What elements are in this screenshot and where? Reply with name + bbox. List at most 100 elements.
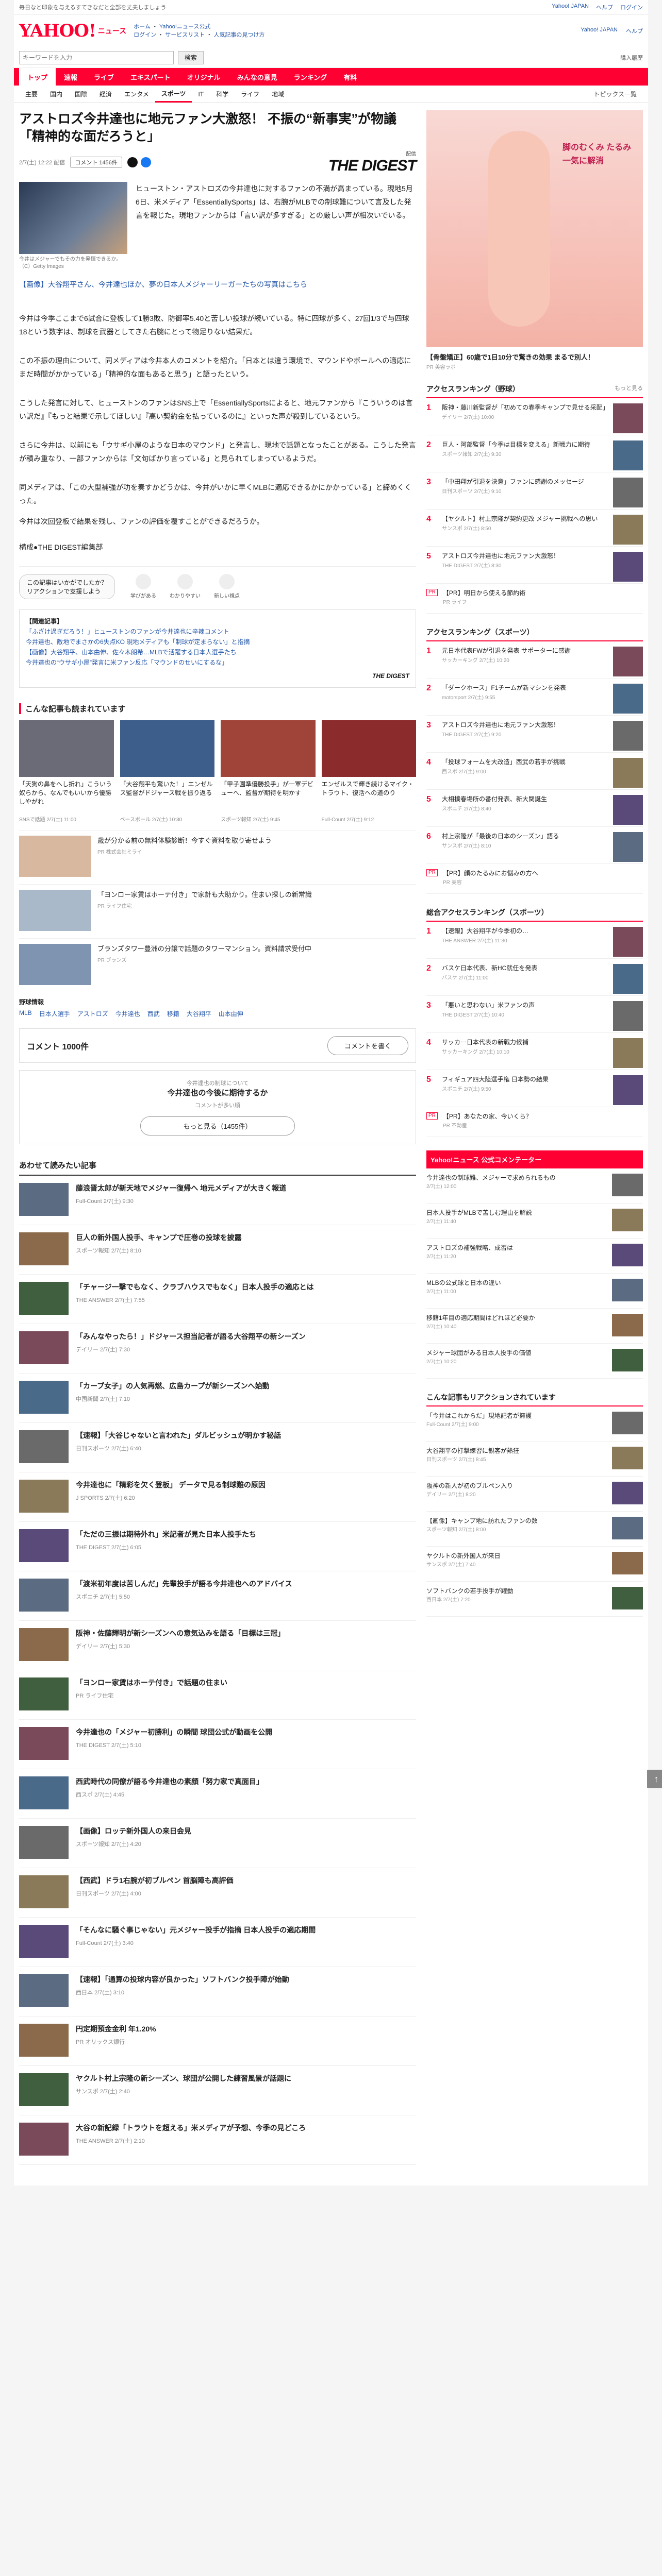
- ranking-item[interactable]: 6 村上宗隆が「最後の日本のシーズン」語る サンスポ 2/7(土) 8:10: [426, 827, 643, 864]
- ranking-more-link[interactable]: もっと見る: [615, 384, 643, 394]
- also-read-item[interactable]: 【速報】「大谷じゃないと言われた」ダルビッシュが明かす秘話 日刊スポーツ 2/7(…: [19, 1423, 416, 1472]
- reaction-learn[interactable]: 学びがある: [130, 574, 156, 599]
- reacted-item[interactable]: 【画像】キャンプ地に訪れたファンの数 スポーツ報知 2/7(土) 8:00: [426, 1512, 643, 1547]
- ranking-item[interactable]: 1 【速報】大谷翔平が今季初の… THE ANSWER 2/7(土) 11:30: [426, 922, 643, 959]
- keyword-link[interactable]: 日本人選手: [39, 1009, 70, 1018]
- also-read-item[interactable]: ヤクルト村上宗隆の新シーズン、球団が公開した練習風景が話題に サンスポ 2/7(土…: [19, 2066, 416, 2115]
- reaction-new[interactable]: 新しい視点: [214, 574, 240, 599]
- also-read-item[interactable]: 「カープ女子」の人気再燃、広島カープが新シーズンへ始動 中国新聞 2/7(土) 7…: [19, 1374, 416, 1423]
- related-link-4[interactable]: 今井達也の“ウサギ小屋”発言に米ファン反応「マウンドのせいにするな」: [26, 657, 409, 668]
- also-read-item[interactable]: 今井達也の「メジャー初勝利」の瞬間 球団公式が動画を公開 THE DIGEST 2…: [19, 1720, 416, 1769]
- also-read-item[interactable]: 今井達也に「精彩を欠く登板」 データで見る制球難の原因 J SPORTS 2/7(…: [19, 1472, 416, 1522]
- cat-science[interactable]: 科学: [210, 86, 235, 103]
- cat-economy[interactable]: 経済: [93, 86, 118, 103]
- facebook-share-icon[interactable]: [140, 157, 151, 167]
- top-link-help[interactable]: ヘルプ: [596, 3, 613, 11]
- ranking-item[interactable]: 1 阪神・藤川新監督が「初めての春季キャンプで見せる采配」 デイリー 2/7(土) …: [426, 398, 643, 435]
- article-photo[interactable]: [19, 182, 127, 254]
- also-read-item[interactable]: 【画像】ロッテ新外国人の来日会見 スポーツ報知 2/7(土) 4:20: [19, 1819, 416, 1868]
- x-share-icon[interactable]: [127, 157, 138, 167]
- commentator-item[interactable]: アストロズの補強戦略、成否は 2/7(土) 11:20: [426, 1239, 643, 1274]
- also-read-item[interactable]: 円定期預金金利 年1.20% PR オリックス銀行: [19, 2016, 416, 2066]
- ranking-item[interactable]: 3 アストロズ今井達也に地元ファン大激怒！ THE DIGEST 2/7(土) 9:…: [426, 716, 643, 753]
- also-read-item[interactable]: 【西武】ドラ1右腕が初ブルペン 首脳陣も高評価 日刊スポーツ 2/7(土) 4:0…: [19, 1868, 416, 1918]
- more-card[interactable]: エンゼルスで輝き続けるマイク・トラウト、復活への道のり Full-Count 2…: [321, 720, 416, 823]
- back-to-top-button[interactable]: ↑: [647, 1770, 662, 1788]
- cat-domestic[interactable]: 国内: [44, 86, 69, 103]
- comment-sort-label[interactable]: コメントが多い順: [28, 1101, 407, 1109]
- related-link-2[interactable]: 今井達也、敵地でまさかの6失点KO 現地メディアも「制球が定まらない」と指摘: [26, 637, 409, 647]
- also-read-item[interactable]: 巨人の新外国人投手、キャンプで圧巻の投球を披露 スポーツ報知 2/7(土) 8:1…: [19, 1225, 416, 1275]
- also-read-item[interactable]: 「チャージ一撃でもなく、クラブハウスでもなく」日本人投手の適応とは THE ANS…: [19, 1275, 416, 1324]
- cat-main[interactable]: 主要: [19, 86, 44, 103]
- also-read-item[interactable]: 「みんなやったら！」ドジャース担当記者が語る大谷翔平の新シーズン デイリー 2/7…: [19, 1324, 416, 1374]
- related-link-3[interactable]: 【画像】大谷翔平、山本由伸、佐々木朗希…MLBで活躍する日本人選手たち: [26, 647, 409, 657]
- related-link-1[interactable]: 「ふざけ過ぎだろう！」ヒューストンのファンが今井達也に辛辣コメント: [26, 626, 409, 637]
- sidebar-pr-item[interactable]: PR 【PR】顔のたるみにお悩みの方へ PR 美容: [426, 864, 643, 894]
- cat-entertainment[interactable]: エンタメ: [118, 86, 155, 103]
- reacted-item[interactable]: ヤクルトの新外国人が来日 サンスポ 2/7(土) 7:40: [426, 1547, 643, 1582]
- reaction-clear[interactable]: わかりやすい: [170, 574, 201, 599]
- header-right-yahoo[interactable]: Yahoo! JAPAN: [581, 27, 618, 35]
- top-link-login[interactable]: ログイン: [620, 3, 643, 11]
- cat-sports[interactable]: スポーツ: [155, 86, 192, 103]
- topics-list-link[interactable]: トピックス一覧: [587, 86, 643, 103]
- keyword-link[interactable]: 西武: [147, 1009, 160, 1018]
- search-input[interactable]: [19, 50, 174, 64]
- reacted-item[interactable]: 「今井はこれからだ」現地記者が擁護 Full-Count 2/7(土) 9:00: [426, 1406, 643, 1442]
- gnav-paid[interactable]: 有料: [335, 68, 365, 86]
- comments-count-button[interactable]: コメント 1456件: [70, 156, 122, 168]
- also-read-item[interactable]: 【速報】「通算の投球内容が良かった」ソフトバンク投手陣が始動 西日本 2/7(土)…: [19, 1967, 416, 2016]
- keyword-link[interactable]: 山本由伸: [219, 1009, 243, 1018]
- ad-row[interactable]: 歳が分かる前の無料体験診断！今すぐ資料を取り寄せよう PR 株式会社ミライ: [19, 830, 416, 877]
- header-link-official[interactable]: Yahoo!ニュース公式: [159, 24, 211, 30]
- also-read-item[interactable]: 「ただの三振は期待外れ」米記者が見た日本人投手たち THE DIGEST 2/7(…: [19, 1522, 416, 1571]
- cat-it[interactable]: IT: [192, 86, 210, 103]
- gnav-flash[interactable]: 速報: [56, 68, 86, 86]
- cat-local[interactable]: 地域: [266, 86, 290, 103]
- reacted-item[interactable]: 大谷翔平の打撃練習に観客が熱狂 日刊スポーツ 2/7(土) 8:45: [426, 1442, 643, 1477]
- ranking-item[interactable]: 4 サッカー日本代表の新戦力候補 サッカーキング 2/7(土) 10:10: [426, 1033, 643, 1070]
- ad-row[interactable]: 「ヨンロー家賃はホーテ付き」で家計も大助かり。住まい探しの新常識 PR ライフ住宅: [19, 884, 416, 931]
- keyword-link[interactable]: 大谷翔平: [187, 1009, 211, 1018]
- post-comment-button[interactable]: コメントを書く: [327, 1036, 408, 1055]
- gnav-ranking[interactable]: ランキング: [286, 68, 336, 86]
- also-read-item[interactable]: 阪神・佐藤輝明が新シーズンへの意気込みを語る「目標は三冠」 デイリー 2/7(土)…: [19, 1621, 416, 1670]
- cat-life[interactable]: ライフ: [235, 86, 266, 103]
- ranking-item[interactable]: 4 【ヤクルト】村上宗隆が契約更改 メジャー挑戦への思い サンスポ 2/7(土) 8…: [426, 510, 643, 547]
- commentator-item[interactable]: MLBの公式球と日本の違い 2/7(土) 11:00: [426, 1274, 643, 1309]
- commentator-item[interactable]: 移籍1年目の適応期間はどれほど必要か 2/7(土) 10:40: [426, 1309, 643, 1344]
- also-read-item[interactable]: 西武時代の同僚が語る今井達也の素顔「努力家で真面目」 西スポ 2/7(土) 4:4…: [19, 1769, 416, 1819]
- ranking-item[interactable]: 1 元日本代表FWが引退を発表 サポーターに感謝 サッカーキング 2/7(土) 10…: [426, 641, 643, 679]
- also-read-item[interactable]: 藤浪晋太郎が新天地でメジャー復帰へ 地元メディアが大きく報道 Full-Count…: [19, 1176, 416, 1225]
- cat-world[interactable]: 国際: [69, 86, 93, 103]
- ranking-item[interactable]: 2 巨人・阿部監督「今季は目標を変える」新戦力に期待 スポーツ報知 2/7(土) 9…: [426, 435, 643, 472]
- ranking-item[interactable]: 5 大相撲春場所の番付発表、新大関誕生 スポニチ 2/7(土) 8:40: [426, 790, 643, 827]
- header-link-login[interactable]: ログイン: [134, 32, 156, 38]
- article-image-link[interactable]: 【画像】大谷翔平さん、今井達也ほか、夢の日本人メジャーリーガーたちの写真はこちら: [19, 278, 416, 291]
- sidebar-pr-item[interactable]: PR 【PR】あなたの家、今いくら？ PR 不動産: [426, 1107, 643, 1137]
- gnav-expert[interactable]: エキスパート: [122, 68, 179, 86]
- also-read-item[interactable]: 大谷の新記録「トラウトを超える」米メディアが予想、今季の見どころ THE ANSW…: [19, 2115, 416, 2165]
- ranking-item[interactable]: 4 「投球フォームを大改造」西武の若手が挑戦 西スポ 2/7(土) 9:00: [426, 753, 643, 790]
- gnav-live[interactable]: ライブ: [86, 68, 122, 86]
- purchase-history-link[interactable]: 購入履歴: [620, 54, 643, 62]
- also-read-item[interactable]: 「渡米初年度は苦しんだ」先輩投手が語る今井達也へのアドバイス スポニチ 2/7(土…: [19, 1571, 416, 1621]
- more-card[interactable]: 「大谷翔平も驚いた！」エンゼルス監督がドジャース戦を振り返る ベースボール 2/…: [120, 720, 214, 823]
- also-read-item[interactable]: 「そんなに騒ぐ事じゃない」元メジャー投手が指摘 日本人投手の適応期間 Full-C…: [19, 1918, 416, 1967]
- commentator-item[interactable]: 今井達也の制球難、メジャーで求められるもの 2/7(土) 12:00: [426, 1168, 643, 1204]
- header-right-help[interactable]: ヘルプ: [626, 27, 643, 35]
- ranking-item[interactable]: 2 「ダークホース」F1チームが新マシンを発表 motorsport 2/7(土) …: [426, 679, 643, 716]
- ranking-item[interactable]: 5 アストロズ今井達也に地元ファン大激怒！ THE DIGEST 2/7(土) 8:…: [426, 547, 643, 584]
- header-link-howto[interactable]: 人気記事の見つけ方: [213, 32, 264, 38]
- keyword-link[interactable]: アストロズ: [77, 1009, 108, 1018]
- more-card[interactable]: 「甲子園準優勝投手」が一軍デビューへ、監督が期待を明かす スポーツ報知 2/7(…: [221, 720, 316, 823]
- keyword-link[interactable]: 移籍: [167, 1009, 179, 1018]
- publisher-logo[interactable]: 配信 THE DIGEST: [328, 149, 417, 175]
- keyword-link[interactable]: 今井達也: [115, 1009, 140, 1018]
- commentator-item[interactable]: 日本人投手がMLBで苦しむ理由を解説 2/7(土) 11:40: [426, 1204, 643, 1239]
- reacted-item[interactable]: ソフトバンクの若手投手が躍動 西日本 2/7(土) 7:20: [426, 1582, 643, 1617]
- ranking-item[interactable]: 2 バスケ日本代表、新HC就任を発表 バスケ 2/7(土) 11:00: [426, 959, 643, 996]
- ad-row[interactable]: ブランズタワー豊洲の分譲で話題のタワーマンション。資料請求受付中 PR ブランズ: [19, 938, 416, 985]
- header-link-services[interactable]: サービスリスト: [165, 32, 205, 38]
